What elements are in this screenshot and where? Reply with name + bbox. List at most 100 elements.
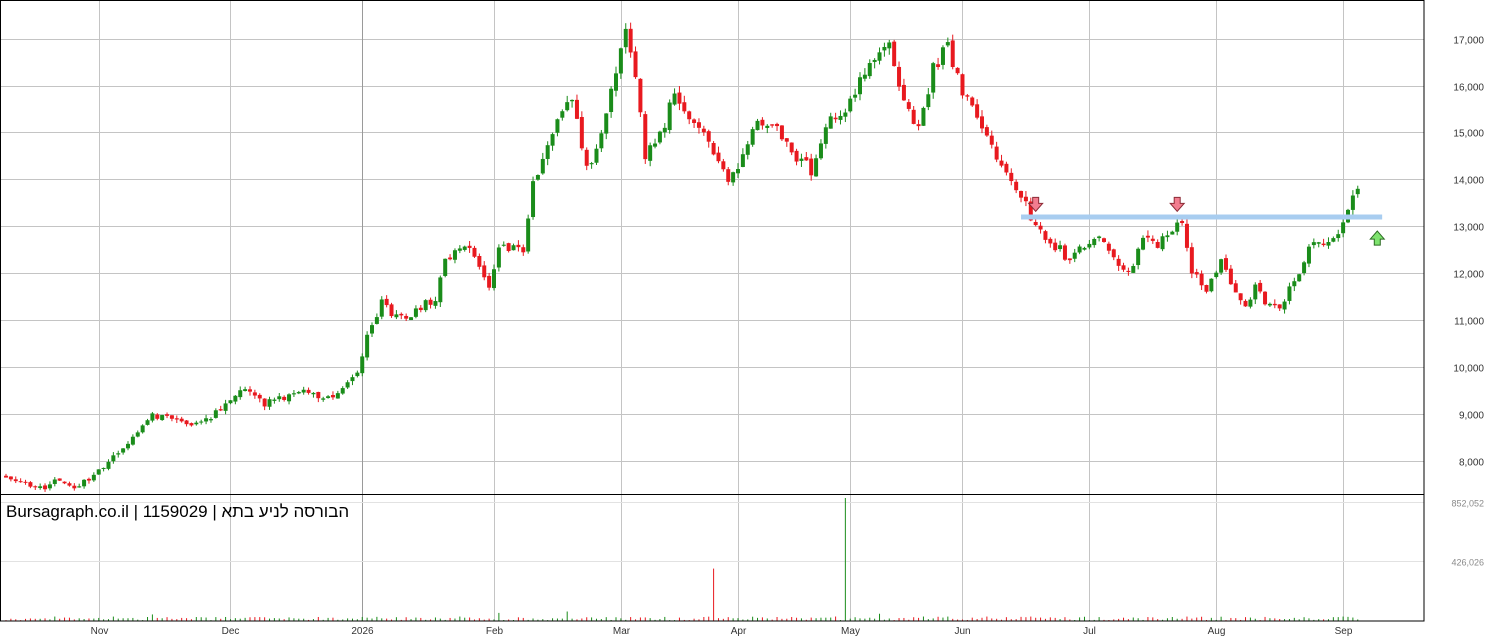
candle-body <box>1092 238 1097 246</box>
candle-body <box>1023 196 1028 202</box>
candle-body <box>233 395 238 402</box>
candle-body <box>555 119 560 133</box>
candle-body <box>8 476 13 480</box>
candle-body <box>409 317 414 321</box>
candle-body <box>779 125 784 140</box>
candle-body <box>438 277 443 303</box>
candle-body <box>628 28 633 53</box>
stock-chart: 8,000 9,000 10,000 11,000 12,000 13,000 14,000… <box>0 0 1488 637</box>
candle-body <box>38 486 43 489</box>
candle-body <box>399 313 404 316</box>
candle-body <box>423 300 428 311</box>
candle-body <box>882 46 887 51</box>
x-tick-label: Apr <box>731 626 747 636</box>
candle-body <box>86 478 91 481</box>
candle-body <box>204 418 209 422</box>
candle-body <box>1019 190 1024 198</box>
candle-body <box>1136 248 1141 266</box>
candle-body <box>584 149 589 166</box>
candle-body <box>413 308 418 317</box>
candle-body <box>755 120 760 131</box>
candle-body <box>33 486 38 488</box>
candle-body <box>145 420 150 425</box>
candle-body <box>1302 262 1307 274</box>
candle-body <box>1160 236 1165 250</box>
candle-body <box>960 74 965 96</box>
candle-body <box>116 453 121 455</box>
candle-body <box>130 436 135 445</box>
candle-body <box>692 119 697 124</box>
candle-body <box>121 448 126 453</box>
plot-frame <box>0 0 1425 622</box>
candle-body <box>1175 222 1180 232</box>
candle-body <box>1121 265 1126 270</box>
candle-body <box>1248 299 1253 307</box>
candle-body <box>238 390 243 398</box>
candle-body <box>1350 195 1355 210</box>
candle-body <box>1141 237 1146 250</box>
candle-body <box>1204 285 1209 292</box>
candle-body <box>901 84 906 101</box>
price-tick-label: 10,000 <box>1453 364 1484 375</box>
candle-body <box>67 483 72 486</box>
candle-body <box>677 92 682 104</box>
candle-body <box>726 169 731 182</box>
candle-body <box>643 114 648 160</box>
candle-body <box>223 403 228 411</box>
candle-body <box>589 163 594 165</box>
candle-body <box>1267 303 1272 306</box>
price-tick-label: 13,000 <box>1453 223 1484 234</box>
candle-body <box>301 389 306 393</box>
candle-body <box>1282 301 1287 310</box>
candle-body <box>1038 225 1043 230</box>
candle-body <box>418 307 423 311</box>
candle-body <box>477 256 482 267</box>
candle-body <box>682 102 687 112</box>
candle-body <box>599 133 604 149</box>
candle-body <box>1014 181 1019 191</box>
candle-body <box>648 145 653 161</box>
candle-body <box>872 59 877 62</box>
candle-body <box>169 415 174 419</box>
candle-body <box>248 389 252 392</box>
candle-body <box>1306 246 1311 264</box>
candle-body <box>897 66 902 87</box>
candle-body <box>936 64 941 67</box>
candle-body <box>482 265 487 278</box>
candle-body <box>1116 258 1121 266</box>
candle-body <box>47 484 52 489</box>
candle-body <box>365 334 370 358</box>
candle-body <box>1009 172 1014 182</box>
candle-body <box>448 257 453 260</box>
candle-body <box>877 52 882 61</box>
candle-body <box>208 419 213 421</box>
candle-body <box>150 413 155 421</box>
candle-body <box>140 425 145 433</box>
candle-body <box>706 131 711 142</box>
candles <box>4 22 1360 492</box>
candle-body <box>443 258 448 276</box>
candle-body <box>906 102 911 109</box>
candle-body <box>1150 238 1155 241</box>
candle-body <box>750 129 755 145</box>
candle-body <box>1209 278 1214 292</box>
candle-body <box>457 248 462 251</box>
candle-body <box>13 479 18 482</box>
candle-body <box>701 128 706 133</box>
candle-body <box>1165 235 1170 238</box>
candle-body <box>843 112 848 117</box>
candle-body <box>252 392 257 396</box>
candle-body <box>521 247 526 253</box>
axes: 8,000 9,000 10,000 11,000 12,000 13,000 14,000… <box>0 0 1484 637</box>
candle-body <box>462 246 467 250</box>
candle-body <box>257 394 262 399</box>
candle-body <box>984 127 989 136</box>
candle-body <box>155 414 160 419</box>
candle-body <box>1058 245 1063 250</box>
candle-body <box>1272 303 1277 306</box>
candle-body <box>189 423 194 426</box>
candle-body <box>1106 243 1111 251</box>
candle-body <box>1258 282 1263 292</box>
x-tick-label: Dec <box>222 626 240 636</box>
candle-body <box>467 245 472 248</box>
